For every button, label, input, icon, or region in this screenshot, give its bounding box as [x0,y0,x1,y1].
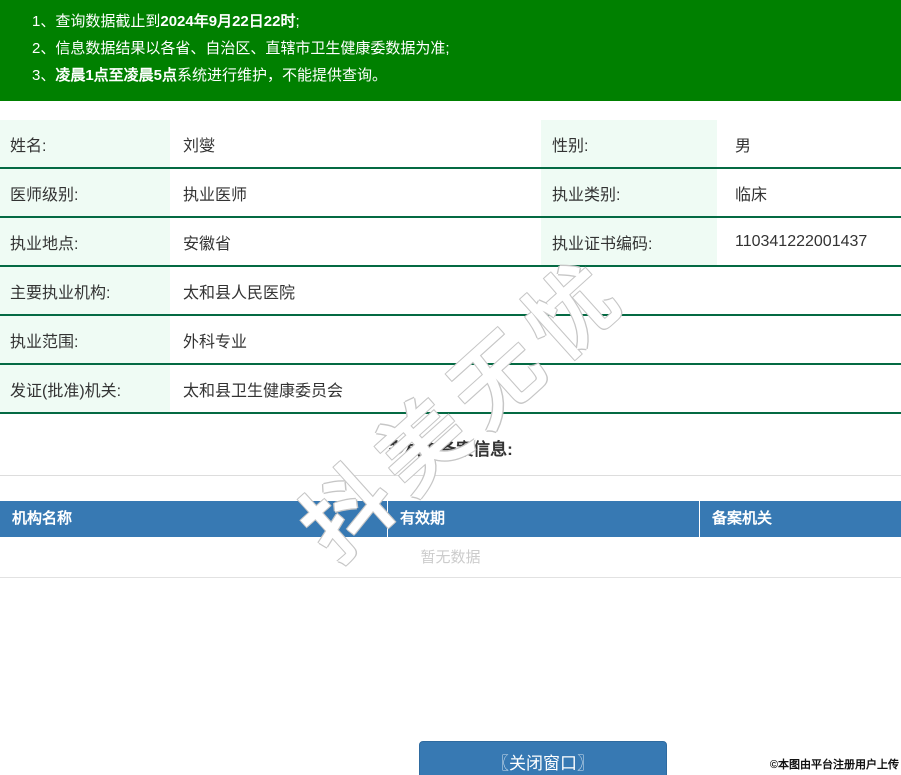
table-row: 执业地点: 安徽省 执业证书编码: 110341222001437 [0,218,901,267]
column-header-institution-name: 机构名称 [0,501,388,537]
certificate-number-label: 执业证书编码: [541,218,717,265]
notice-1-num: 1、 [32,13,56,30]
doctor-level-label: 医师级别: [0,169,170,216]
name-value: 刘燮 [183,137,216,155]
filing-section-title: 多机构备案信息: [388,440,513,459]
main-institution-label: 主要执业机构: [0,267,170,314]
practice-location-value: 安徽省 [183,235,232,253]
notice-line-1: 1、查询数据截止到2024年9月22日22时; [0,8,891,35]
close-window-button[interactable]: 〖关闭窗口〗 [419,741,667,775]
issuing-authority-label: 发证(批准)机关: [0,365,170,412]
certificate-number-value: 110341222001437 [735,232,868,250]
notice-1-post: ; [295,13,300,30]
practice-category-value: 临床 [735,186,768,204]
practitioner-profile-table: 姓名: 刘燮 性别: 男 医师级别: 执业医师 执业类别: 临床 执业地点: 安… [0,120,901,414]
notice-1-pre: 查询数据截止到 [55,13,161,30]
notice-3-post: 系统进行维护，不能提供查询。 [177,67,388,84]
section-divider [0,475,901,476]
table-row: 姓名: 刘燮 性别: 男 [0,120,901,169]
notice-line-3: 3、凌晨1点至凌晨5点系统进行维护，不能提供查询。 [0,62,891,89]
notice-banner: 1、查询数据截止到2024年9月22日22时; 2、信息数据结果以各省、自治区、… [0,0,901,101]
column-header-filing-authority: 备案机关 [712,510,773,527]
notice-3-bold: 凌晨1点至凌晨5点 [55,67,178,84]
main-institution-value: 太和县人民医院 [183,284,296,302]
notice-3-num: 3、 [32,67,56,84]
column-header-validity-period: 有效期 [388,501,700,537]
table-row: 执业范围: 外科专业 [0,316,901,365]
practice-category-label: 执业类别: [541,169,717,216]
empty-data-placeholder: 暂无数据 [0,537,901,578]
table-row: 医师级别: 执业医师 执业类别: 临床 [0,169,901,218]
gender-value: 男 [735,137,752,155]
practice-scope-value: 外科专业 [183,333,248,351]
gender-label: 性别: [541,120,717,167]
name-label: 姓名: [0,120,170,167]
practice-scope-label: 执业范围: [0,316,170,363]
notice-line-2: 2、信息数据结果以各省、自治区、直辖市卫生健康委数据为准; [0,35,891,62]
copyright-note: ©本图由平台注册用户上传 [769,759,899,771]
table-row: 主要执业机构: 太和县人民医院 [0,267,901,316]
practice-location-label: 执业地点: [0,218,170,265]
issuing-authority-value: 太和县卫生健康委员会 [183,382,344,400]
notice-2-num: 2、 [32,40,56,57]
table-row: 发证(批准)机关: 太和县卫生健康委员会 [0,365,901,414]
notice-1-bold: 2024年9月22日22时 [160,13,296,30]
doctor-level-value: 执业医师 [183,186,248,204]
notice-2-pre: 信息数据结果以各省、自治区、直辖市卫生健康委数据为准; [55,40,450,57]
filing-table-header: 机构名称 有效期 备案机关 [0,501,901,537]
